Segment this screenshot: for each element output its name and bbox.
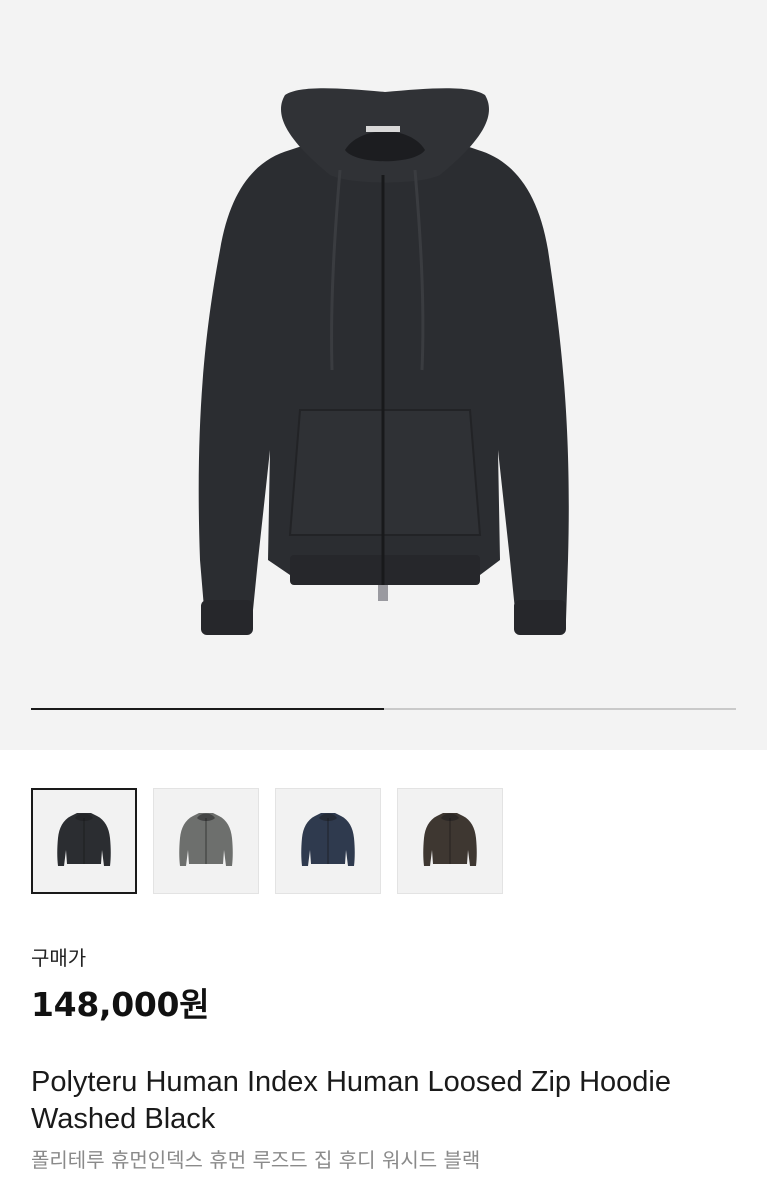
gallery-progress-bar (31, 708, 736, 710)
product-title: Polyteru Human Index Human Loosed Zip Ho… (31, 1066, 671, 1135)
color-thumbnail-list (31, 788, 503, 894)
product-image-gallery[interactable] (0, 0, 767, 750)
gallery-progress-fill (31, 708, 384, 710)
color-thumbnail-gray[interactable] (153, 788, 259, 894)
price: 148,000원 (31, 985, 210, 1024)
hoodie-thumbnail-image (57, 813, 111, 866)
hoodie-thumbnail-image (301, 813, 355, 866)
price-label: 구매가 (31, 946, 87, 970)
color-thumbnail-black[interactable] (31, 788, 137, 894)
hoodie-photo (198, 88, 569, 635)
hoodie-thumbnail-image (179, 813, 233, 866)
product-subtitle: 폴리테루 휴먼인덱스 휴먼 루즈드 집 후디 워시드 블랙 (31, 1148, 481, 1172)
color-thumbnail-brown[interactable] (397, 788, 503, 894)
hoodie-thumbnail-image (423, 813, 477, 866)
color-thumbnail-navy[interactable] (275, 788, 381, 894)
